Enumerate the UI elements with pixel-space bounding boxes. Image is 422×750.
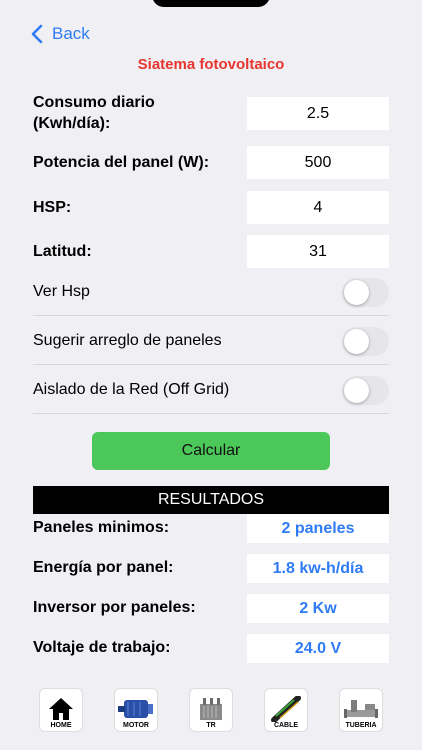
tab-tr[interactable]: TR (189, 688, 233, 732)
page-title: Siatema fotovoltaico (137, 56, 285, 73)
voltaje-label: Voltaje de trabajo: (33, 639, 171, 656)
voltaje-value: 24.0 V (247, 633, 389, 663)
tab-bar: HOME MOTOR TR CABLE TUBERIA (0, 688, 422, 750)
calcular-button[interactable]: Calcular (92, 432, 330, 470)
tab-motor[interactable]: MOTOR (114, 688, 158, 732)
result-row-voltaje: Voltaje de trabajo: 24.0 V (33, 633, 389, 663)
off-grid-label: Aislado de la Red (Off Grid) (33, 380, 230, 398)
result-row-inversor: Inversor por paneles: 2 Kw (33, 593, 389, 623)
motor-icon (118, 700, 153, 718)
tab-cable[interactable]: CABLE (264, 688, 308, 732)
switch-knob (344, 329, 369, 354)
ver-hsp-switch[interactable] (342, 278, 389, 307)
toggle-row-ver-hsp: Ver Hsp (33, 268, 389, 316)
result-row-paneles: Paneles minimos: 2 paneles (33, 513, 389, 543)
inversor-label: Inversor por paneles: (33, 599, 196, 616)
paneles-value: 2 paneles (247, 513, 389, 543)
transformer-icon (200, 698, 222, 720)
input-row-hsp: HSP: 4 (33, 190, 389, 224)
sugerir-label: Sugerir arreglo de paneles (33, 331, 222, 349)
tab-home[interactable]: HOME (39, 688, 83, 732)
input-row-consumo: Consumo diario (Kwh/día): 2.5 (33, 94, 389, 132)
back-button[interactable]: Back (30, 22, 90, 46)
device-notch (152, 0, 270, 7)
result-row-energia: Energía por panel: 1.8 kw-h/día (33, 553, 389, 583)
toggle-row-sugerir: Sugerir arreglo de paneles (33, 317, 389, 365)
energia-label: Energía por panel: (33, 559, 174, 576)
house-icon (49, 698, 73, 720)
back-label: Back (52, 24, 90, 43)
inversor-value: 2 Kw (247, 593, 389, 623)
latitud-field[interactable]: 31 (247, 234, 389, 268)
hsp-field[interactable]: 4 (247, 190, 389, 224)
latitud-label: Latitud: (33, 242, 92, 260)
switch-knob (344, 280, 369, 305)
tab-tuberia[interactable]: TUBERIA (339, 688, 383, 732)
pipe-icon (344, 700, 378, 718)
potencia-label: Potencia del panel (W): (33, 153, 210, 171)
switch-knob (344, 378, 369, 403)
input-row-potencia: Potencia del panel (W): 500 (33, 145, 389, 179)
hsp-label: HSP: (33, 198, 72, 216)
results-header: RESULTADOS (33, 486, 389, 514)
energia-value: 1.8 kw-h/día (247, 553, 389, 583)
off-grid-switch[interactable] (342, 376, 389, 405)
toggle-row-off-grid: Aislado de la Red (Off Grid) (33, 366, 389, 414)
sugerir-switch[interactable] (342, 327, 389, 356)
paneles-label: Paneles minimos: (33, 519, 170, 536)
input-row-latitud: Latitud: 31 (33, 234, 389, 268)
ver-hsp-label: Ver Hsp (33, 282, 90, 300)
consumo-label: Consumo diario (Kwh/día): (33, 94, 155, 132)
chevron-left-icon (31, 24, 43, 44)
consumo-field[interactable]: 2.5 (247, 96, 389, 130)
potencia-field[interactable]: 500 (247, 145, 389, 179)
cable-icon (271, 696, 301, 722)
